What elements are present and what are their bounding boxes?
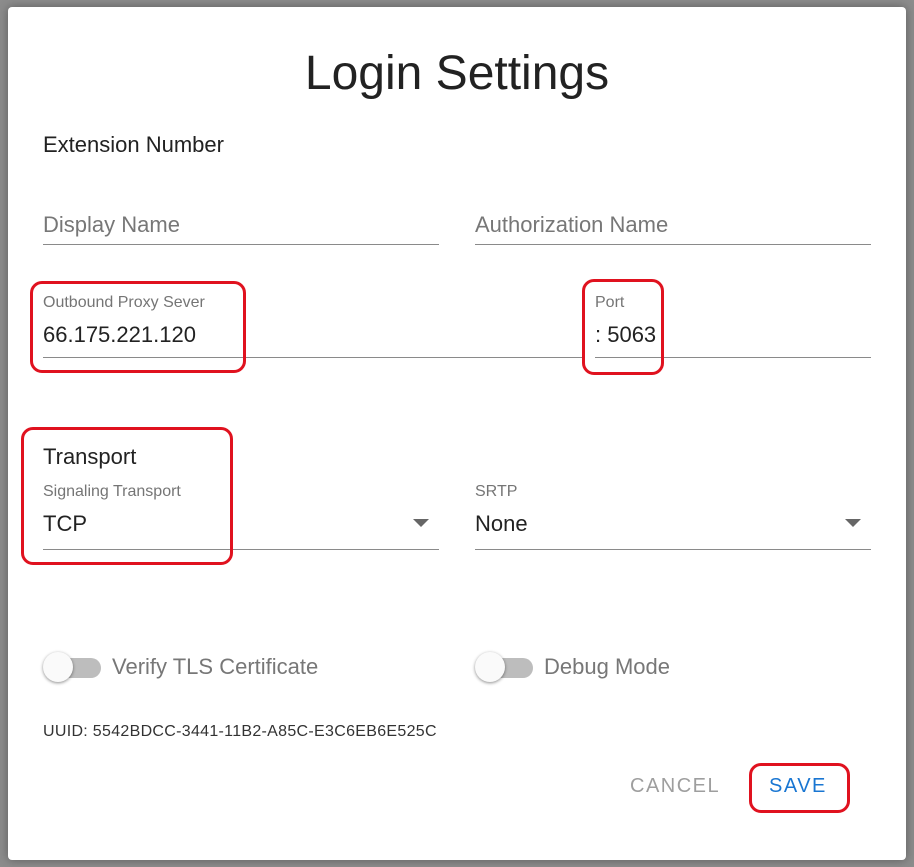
- port-value: : 5063: [595, 322, 657, 347]
- debug-mode-label[interactable]: Debug Mode: [544, 654, 670, 680]
- toggle-thumb[interactable]: [475, 652, 505, 682]
- verify-tls-toggle[interactable]: [43, 652, 101, 682]
- srtp-select[interactable]: SRTP None: [475, 479, 871, 550]
- display-name-placeholder: Display Name: [43, 212, 180, 237]
- display-name-field[interactable]: Display Name: [43, 202, 439, 245]
- srtp-value: None: [475, 511, 528, 536]
- toggle-thumb[interactable]: [43, 652, 73, 682]
- outbound-proxy-label: Outbound Proxy Sever: [43, 294, 205, 311]
- arrow-drop-down-icon[interactable]: [845, 519, 861, 527]
- signaling-transport-select[interactable]: Signaling Transport TCP: [43, 479, 439, 550]
- signaling-transport-value: TCP: [43, 511, 87, 536]
- authorization-name-placeholder: Authorization Name: [475, 212, 669, 237]
- port-label: Port: [595, 294, 625, 311]
- extension-number-label: Extension Number: [43, 132, 224, 157]
- outbound-proxy-value: 66.175.221.120: [43, 322, 196, 347]
- transport-heading: Transport: [43, 444, 137, 469]
- port-field[interactable]: Port : 5063: [595, 290, 871, 358]
- signaling-transport-label: Signaling Transport: [43, 483, 181, 500]
- login-settings-dialog: Login Settings Extension Number Display …: [8, 7, 906, 860]
- verify-tls-label[interactable]: Verify TLS Certificate: [112, 654, 318, 680]
- save-button[interactable]: SAVE: [769, 775, 827, 798]
- outbound-proxy-field[interactable]: Outbound Proxy Sever 66.175.221.120: [43, 290, 583, 358]
- authorization-name-field[interactable]: Authorization Name: [475, 202, 871, 245]
- uuid-text: UUID: 5542BDCC-3441-11B2-A85C-E3C6EB6E52…: [43, 723, 437, 740]
- debug-mode-toggle[interactable]: [475, 652, 533, 682]
- srtp-label: SRTP: [475, 483, 518, 500]
- dialog-title: Login Settings: [304, 47, 610, 100]
- cancel-button[interactable]: CANCEL: [630, 775, 720, 798]
- arrow-drop-down-icon[interactable]: [413, 519, 429, 527]
